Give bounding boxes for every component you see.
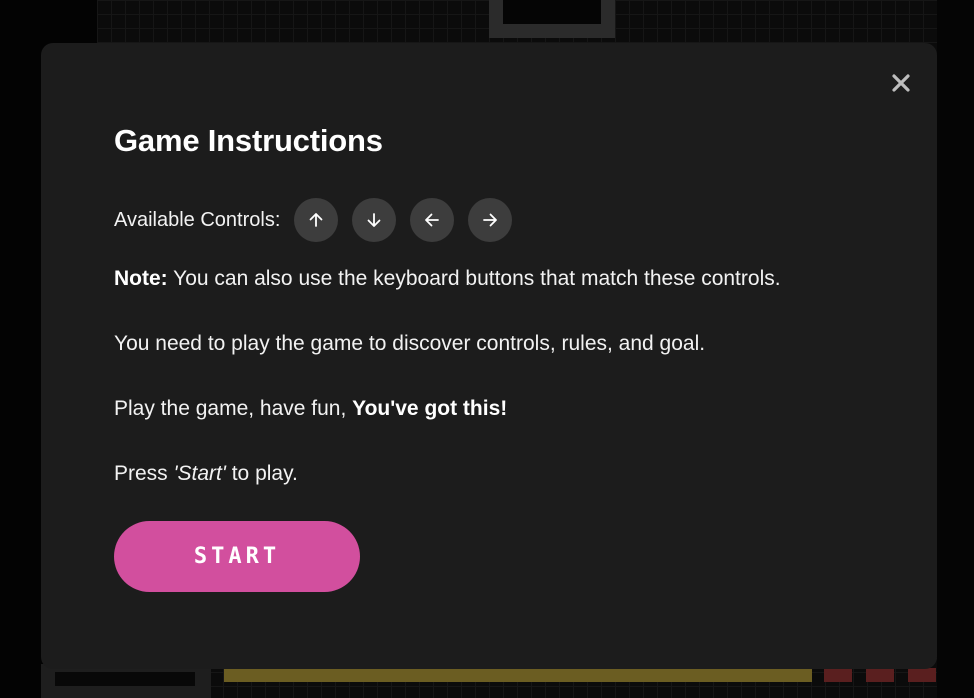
controls-label: Available Controls: xyxy=(114,208,281,231)
note-body: You can also use the keyboard buttons th… xyxy=(167,267,781,290)
control-up-button[interactable] xyxy=(294,198,339,242)
encouragement-bold: You've got this! xyxy=(352,397,508,420)
encouragement-body: Play the game, have fun, xyxy=(114,397,353,420)
game-board-block xyxy=(489,0,615,38)
arrow-right-icon xyxy=(483,213,498,227)
start-button[interactable]: START xyxy=(114,521,360,592)
press-prefix: Press xyxy=(114,462,174,485)
arrow-down-icon xyxy=(367,213,381,227)
control-down-button[interactable] xyxy=(352,198,397,242)
close-icon xyxy=(892,74,910,92)
control-left-button[interactable] xyxy=(410,198,455,242)
arrow-up-icon xyxy=(309,213,323,227)
game-board-bar xyxy=(224,668,812,682)
control-right-button[interactable] xyxy=(468,198,513,242)
press-start-text: Press 'Start' to play. xyxy=(114,460,864,488)
game-board-tile xyxy=(824,668,852,682)
note-text: Note: You can also use the keyboard butt… xyxy=(114,265,864,293)
press-start-keyword: 'Start' xyxy=(173,462,226,485)
game-board-tile xyxy=(866,668,894,682)
instructions-modal: Game Instructions Available Controls: No… xyxy=(41,43,937,669)
game-page: Game Instructions Available Controls: No… xyxy=(0,0,974,698)
arrow-left-icon xyxy=(425,213,440,227)
discover-text: You need to play the game to discover co… xyxy=(114,332,706,355)
game-board-tile xyxy=(908,668,936,682)
game-board-block xyxy=(41,664,211,698)
note-label: Note: xyxy=(114,267,168,290)
press-suffix: to play. xyxy=(225,462,298,485)
available-controls: Available Controls: xyxy=(114,197,864,243)
modal-title: Game Instructions xyxy=(114,123,383,158)
close-button[interactable] xyxy=(887,69,915,97)
encouragement-text: Play the game, have fun, You've got this… xyxy=(114,395,864,423)
